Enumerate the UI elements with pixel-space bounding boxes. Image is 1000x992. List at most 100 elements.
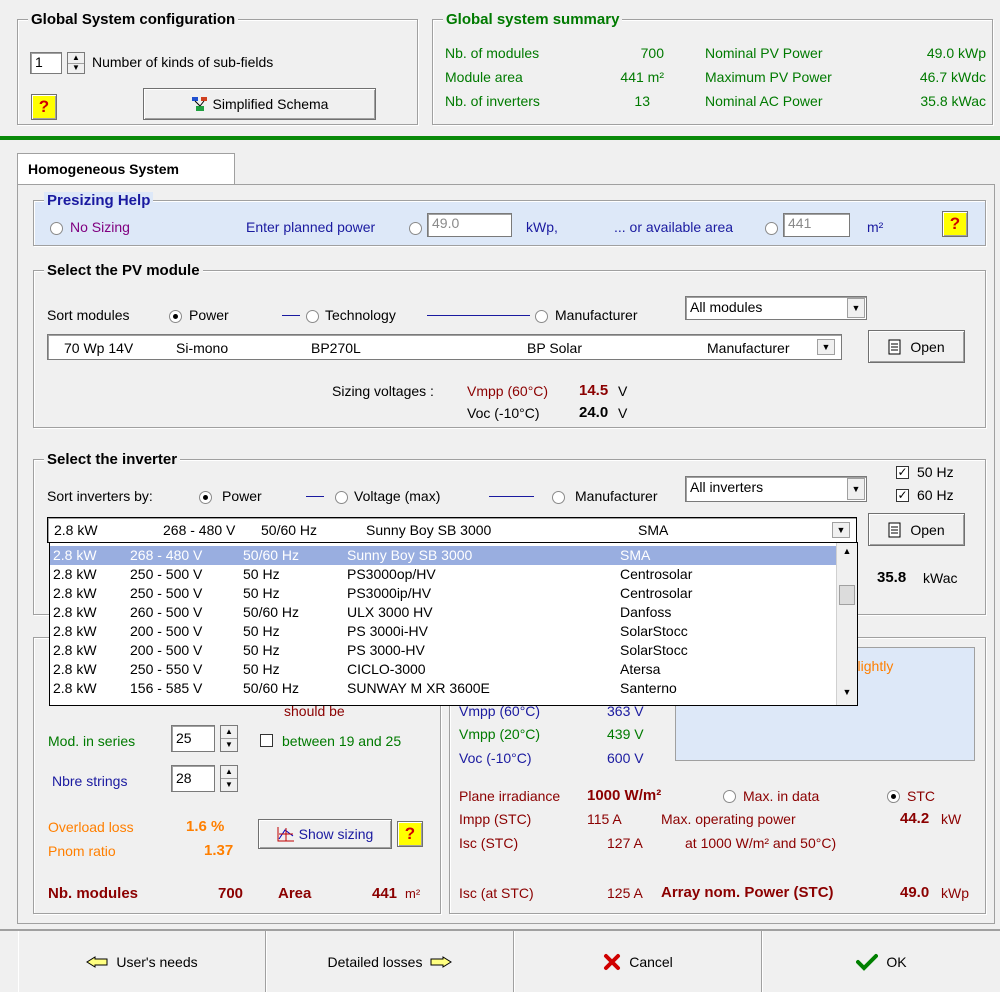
array-help-button[interactable]: ? — [397, 821, 423, 847]
inverter-list-item[interactable]: 2.8 kW 250 - 500 V 50 Hz PS3000ip/HV Centros… — [50, 584, 836, 603]
inverter-list-maker: Atersa — [620, 661, 661, 677]
spin-up-icon[interactable]: ▲ — [221, 726, 237, 739]
kinds-subfields-input[interactable]: 1 — [30, 52, 62, 74]
sort-modules-label: Sort modules — [47, 307, 130, 323]
impp-label: Impp (STC) — [459, 811, 532, 827]
scroll-thumb[interactable] — [839, 585, 855, 605]
between-label: between 19 and 25 — [282, 733, 402, 749]
nom-power-unit: kWp — [941, 885, 969, 901]
inverter-list-item[interactable]: 2.8 kW 156 - 585 V 50/60 Hz SUNWAY M XR 360… — [50, 679, 836, 698]
global-config-help-button[interactable]: ? — [31, 94, 57, 120]
detailed-losses-button[interactable]: Detailed losses — [266, 931, 514, 992]
chevron-down-icon[interactable]: ▼ — [817, 339, 835, 355]
sort-modules-technology-label: Technology — [325, 307, 396, 323]
irradiance-label: Plane irradiance — [459, 788, 561, 804]
stc-radio[interactable] — [887, 790, 900, 803]
spin-up-icon[interactable]: ▲ — [221, 766, 237, 779]
module-select[interactable]: 70 Wp 14V Si-mono BP270L BP Solar Manufa… — [47, 334, 842, 360]
inverter-list-item[interactable]: 2.8 kW 268 - 480 V 50/60 Hz Sunny Boy SB 30… — [50, 546, 836, 565]
show-sizing-button[interactable]: Show sizing — [258, 819, 392, 849]
inverter-list-item[interactable]: 2.8 kW 250 - 550 V 50 Hz CICLO-3000 Atersa — [50, 660, 836, 679]
inverter-list-item[interactable]: 2.8 kW 200 - 500 V 50 Hz PS 3000-HV SolarSto… — [50, 641, 836, 660]
sort-modules-technology-radio[interactable] — [306, 310, 319, 323]
inverter-list-range: 250 - 500 V — [130, 566, 203, 582]
users-needs-button[interactable]: User's needs — [18, 931, 266, 992]
isc-at-stc-label: Isc (at STC) — [459, 885, 534, 901]
voc-10-value: 600 V — [607, 750, 644, 766]
inverter-list-power: 2.8 kW — [53, 661, 97, 677]
sort-modules-power-radio[interactable] — [169, 310, 182, 323]
users-needs-label: User's needs — [116, 953, 198, 970]
hz50-checkbox[interactable]: ✓ — [896, 466, 909, 479]
inverter-list-power: 2.8 kW — [53, 604, 97, 620]
no-sizing-radio[interactable] — [50, 222, 63, 235]
spin-up-icon[interactable]: ▲ — [68, 53, 84, 64]
inverter-list-rows: 2.8 kW 268 - 480 V 50/60 Hz Sunny Boy SB 30… — [50, 546, 836, 705]
strings-spinner[interactable]: ▲ ▼ — [220, 765, 238, 792]
inverter-selected-freq: 50/60 Hz — [261, 522, 318, 538]
inverter-selected-range: 268 - 480 V — [163, 522, 236, 538]
inverter-open-button[interactable]: Open — [868, 513, 965, 546]
summary-nb-modules-value: 700 — [640, 45, 664, 61]
simplified-schema-button[interactable]: Simplified Schema — [143, 88, 376, 120]
max-in-data-radio[interactable] — [723, 790, 736, 803]
tab-homogeneous-system[interactable]: Homogeneous System — [17, 153, 235, 185]
sort-modules-manufacturer-radio[interactable] — [535, 310, 548, 323]
module-tech: Si-mono — [176, 340, 229, 356]
inverter-list-range: 250 - 550 V — [130, 661, 203, 677]
inverter-select[interactable]: 2.8 kW 268 - 480 V 50/60 Hz Sunny Boy SB… — [47, 517, 857, 543]
inverter-list-item[interactable]: 2.8 kW 250 - 500 V 50 Hz PS3000op/HV Centros… — [50, 565, 836, 584]
cancel-label: Cancel — [629, 953, 673, 970]
strings-input[interactable]: 28 — [171, 765, 215, 792]
inverter-list-power: 2.8 kW — [53, 547, 97, 563]
inverter-ac-value: 35.8 — [877, 569, 907, 586]
module-model: BP270L — [311, 340, 361, 356]
max-operating-value: 44.2 — [900, 810, 930, 827]
available-area-radio[interactable] — [765, 222, 778, 235]
inverter-list-freq: 50 Hz — [243, 623, 280, 639]
spin-down-icon[interactable]: ▼ — [221, 779, 237, 791]
summary-nominal-pv-label: Nominal PV Power — [705, 45, 823, 61]
summary-nominal-ac-label: Nominal AC Power — [705, 93, 823, 109]
sort-inverters-voltage-label: Voltage (max) — [354, 488, 441, 504]
sort-inverters-manufacturer-radio[interactable] — [552, 491, 565, 504]
global-config-title: Global System configuration — [28, 11, 239, 28]
module-open-button[interactable]: Open — [868, 330, 965, 363]
available-area-input[interactable]: 441 — [783, 213, 850, 237]
chevron-down-icon[interactable]: ▼ — [832, 522, 850, 538]
hz60-label: 60 Hz — [917, 487, 954, 503]
planned-power-input[interactable]: 49.0 — [427, 213, 512, 237]
inverter-list-range: 250 - 500 V — [130, 585, 203, 601]
inverter-list-item[interactable]: 2.8 kW 200 - 500 V 50 Hz PS 3000i-HV SolarSt… — [50, 622, 836, 641]
spin-down-icon[interactable]: ▼ — [68, 64, 84, 74]
scroll-up-icon[interactable]: ▲ — [837, 546, 857, 556]
sort-inverters-voltage-radio[interactable] — [335, 491, 348, 504]
planned-power-radio[interactable] — [409, 222, 422, 235]
stc-label: STC — [907, 788, 935, 804]
available-area-unit: m² — [867, 219, 884, 235]
inverter-list-item[interactable]: 2.8 kW 260 - 500 V 50/60 Hz ULX 3000 HV Danf… — [50, 603, 836, 622]
hz60-checkbox[interactable]: ✓ — [896, 489, 909, 502]
inverter-list-range: 260 - 500 V — [130, 604, 203, 620]
chevron-down-icon[interactable]: ▼ — [847, 478, 865, 500]
mod-series-spinner[interactable]: ▲ ▼ — [220, 725, 238, 752]
presizing-help-button[interactable]: ? — [942, 211, 968, 237]
mod-series-input[interactable]: 25 — [171, 725, 215, 752]
inverter-dropdown-list[interactable]: 2.8 kW 268 - 480 V 50/60 Hz Sunny Boy SB 30… — [49, 542, 858, 706]
inverter-filter-select[interactable]: All inverters ▼ — [685, 476, 867, 502]
ok-button[interactable]: OK — [762, 931, 1000, 992]
chevron-down-icon[interactable]: ▼ — [847, 298, 865, 318]
module-filter-select[interactable]: All modules ▼ — [685, 296, 867, 320]
dropdown-scrollbar[interactable]: ▲ ▼ — [836, 543, 857, 705]
scroll-down-icon[interactable]: ▼ — [837, 687, 857, 697]
sort-inverters-label: Sort inverters by: — [47, 488, 153, 504]
planned-power-unit: kWp, — [526, 219, 558, 235]
sort-inverters-power-radio[interactable] — [199, 491, 212, 504]
cancel-button[interactable]: Cancel — [514, 931, 762, 992]
kinds-subfields-spinner[interactable]: ▲ ▼ — [67, 52, 85, 74]
summary-nominal-ac-value: 35.8 kWac — [920, 93, 986, 109]
between-checkbox[interactable] — [260, 734, 273, 747]
spin-down-icon[interactable]: ▼ — [221, 739, 237, 751]
area-value: 441 — [372, 885, 398, 902]
inverter-list-freq: 50 Hz — [243, 642, 280, 658]
